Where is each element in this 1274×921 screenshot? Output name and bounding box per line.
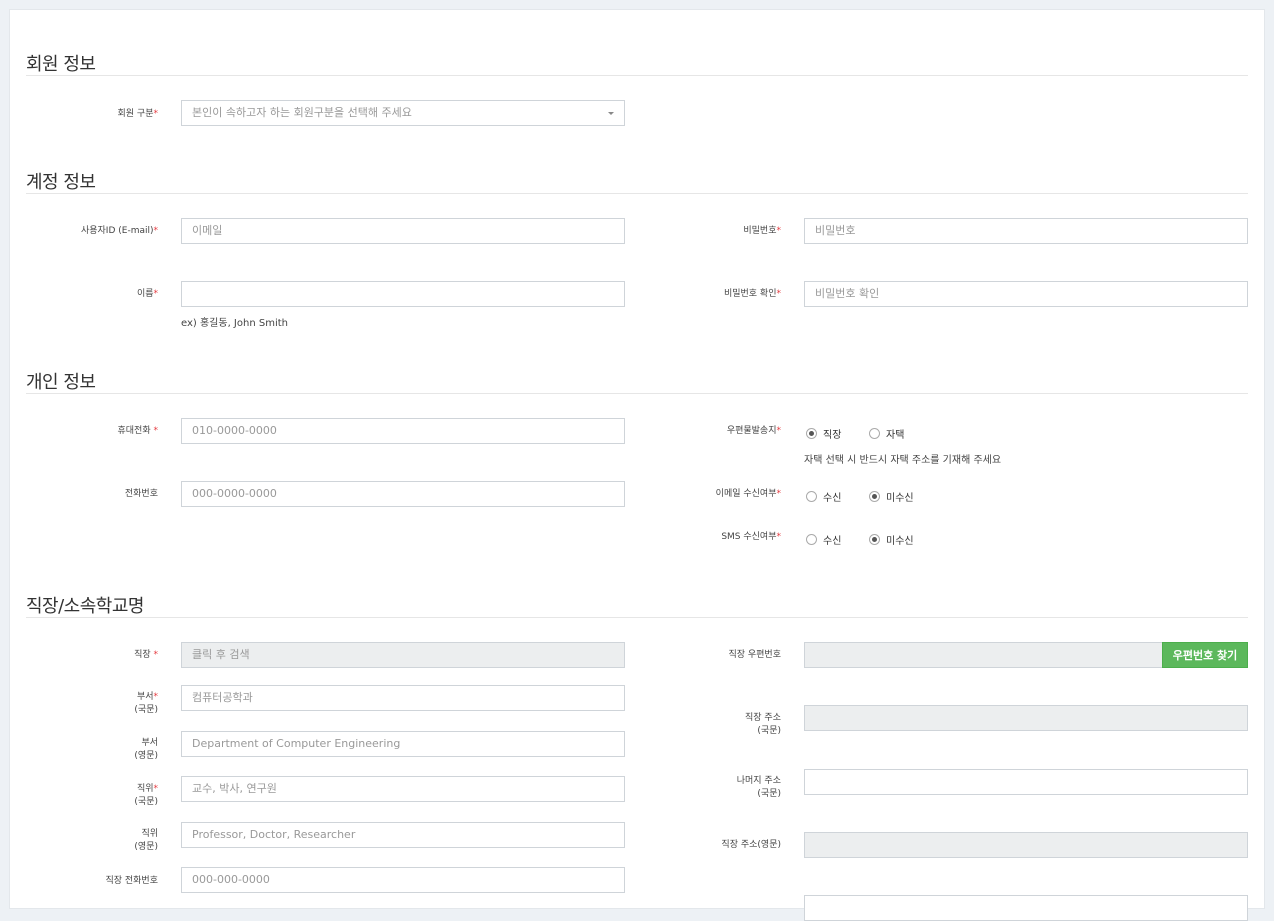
name-label: 이름*	[136, 289, 158, 299]
position-kr-label: 직위* (국문)	[134, 784, 158, 807]
email-field[interactable]: 이메일	[181, 218, 625, 244]
work-address-kr-field[interactable]	[804, 705, 1248, 731]
member-type-select-text: 본인이 속하고자 하는 회원구분을 선택해 주세요	[192, 106, 412, 119]
radio-mail-work[interactable]: 직장	[806, 426, 841, 441]
password-confirm-label: 비밀번호 확인*	[723, 289, 781, 299]
password-field[interactable]: 비밀번호	[804, 218, 1248, 244]
password-label: 비밀번호*	[743, 226, 781, 236]
phone-label: 전화번호	[124, 489, 158, 499]
mobile-field[interactable]: 010-0000-0000	[181, 418, 625, 444]
section-title-member: 회원 정보	[26, 54, 96, 75]
section-divider	[26, 193, 1248, 194]
mail-destination-hint: 자택 선택 시 반드시 자택 주소를 기재해 주세요	[804, 455, 1002, 466]
radio-unchecked-icon	[806, 534, 817, 545]
find-zip-button[interactable]: 우편번호 찾기	[1162, 642, 1248, 668]
extra-field[interactable]	[804, 895, 1248, 921]
section-divider	[26, 75, 1248, 76]
work-phone-field[interactable]: 000-000-0000	[181, 867, 625, 893]
position-en-label: 직위 (영문)	[134, 829, 158, 852]
radio-sms-receive[interactable]: 수신	[806, 532, 841, 547]
password-confirm-field[interactable]: 비밀번호 확인	[804, 281, 1248, 307]
company-label: 직장 *	[134, 650, 158, 660]
dept-en-field[interactable]: Department of Computer Engineering	[181, 731, 625, 757]
section-divider	[26, 617, 1248, 618]
work-address-en-label: 직장 주소(영문)	[721, 840, 781, 850]
mobile-label: 휴대전화 *	[117, 426, 159, 436]
sms-receive-label: SMS 수신여부*	[721, 532, 781, 542]
section-title-account: 계정 정보	[26, 172, 96, 193]
work-zip-field[interactable]	[804, 642, 1164, 668]
radio-unchecked-icon	[869, 428, 880, 439]
dept-kr-field[interactable]: 컴퓨터공학과	[181, 685, 625, 711]
position-en-field[interactable]: Professor, Doctor, Researcher	[181, 822, 625, 848]
name-hint: ex) 홍길동, John Smith	[181, 318, 288, 329]
address-rest-label: 나머지 주소 (국문)	[736, 776, 781, 799]
radio-mail-home[interactable]: 자택	[869, 426, 904, 441]
section-title-workplace: 직장/소속학교명	[26, 596, 144, 617]
dept-kr-label: 부서* (국문)	[134, 692, 158, 715]
radio-email-no-receive[interactable]: 미수신	[869, 489, 914, 504]
section-divider	[26, 393, 1248, 394]
work-zip-label: 직장 우편번호	[728, 650, 781, 660]
radio-checked-icon	[869, 534, 880, 545]
section-title-personal: 개인 정보	[26, 372, 96, 393]
address-rest-field[interactable]	[804, 769, 1248, 795]
chevron-down-icon	[608, 112, 614, 115]
radio-sms-no-receive[interactable]: 미수신	[869, 532, 914, 547]
name-field[interactable]	[181, 281, 625, 307]
radio-email-receive[interactable]: 수신	[806, 489, 841, 504]
work-address-en-field[interactable]	[804, 832, 1248, 858]
company-search-field[interactable]: 클릭 후 검색	[181, 642, 625, 668]
radio-unchecked-icon	[806, 491, 817, 502]
member-type-label: 회원 구분*	[117, 109, 158, 119]
mail-destination-label: 우편물발송지*	[726, 426, 781, 436]
radio-checked-icon	[806, 428, 817, 439]
member-type-select[interactable]: 본인이 속하고자 하는 회원구분을 선택해 주세요	[181, 100, 625, 126]
radio-checked-icon	[869, 491, 880, 502]
form-card: 회원 정보 회원 구분* 본인이 속하고자 하는 회원구분을 선택해 주세요 계…	[9, 9, 1265, 921]
phone-field[interactable]: 000-0000-0000	[181, 481, 625, 507]
dept-en-label: 부서 (영문)	[134, 738, 158, 761]
user-id-label: 사용자ID (E-mail)*	[80, 226, 158, 236]
work-phone-label: 직장 전화번호	[105, 876, 158, 886]
email-receive-label: 이메일 수신여부*	[715, 489, 781, 499]
work-address-kr-label: 직장 주소 (국문)	[745, 713, 781, 736]
position-kr-field[interactable]: 교수, 박사, 연구원	[181, 776, 625, 802]
